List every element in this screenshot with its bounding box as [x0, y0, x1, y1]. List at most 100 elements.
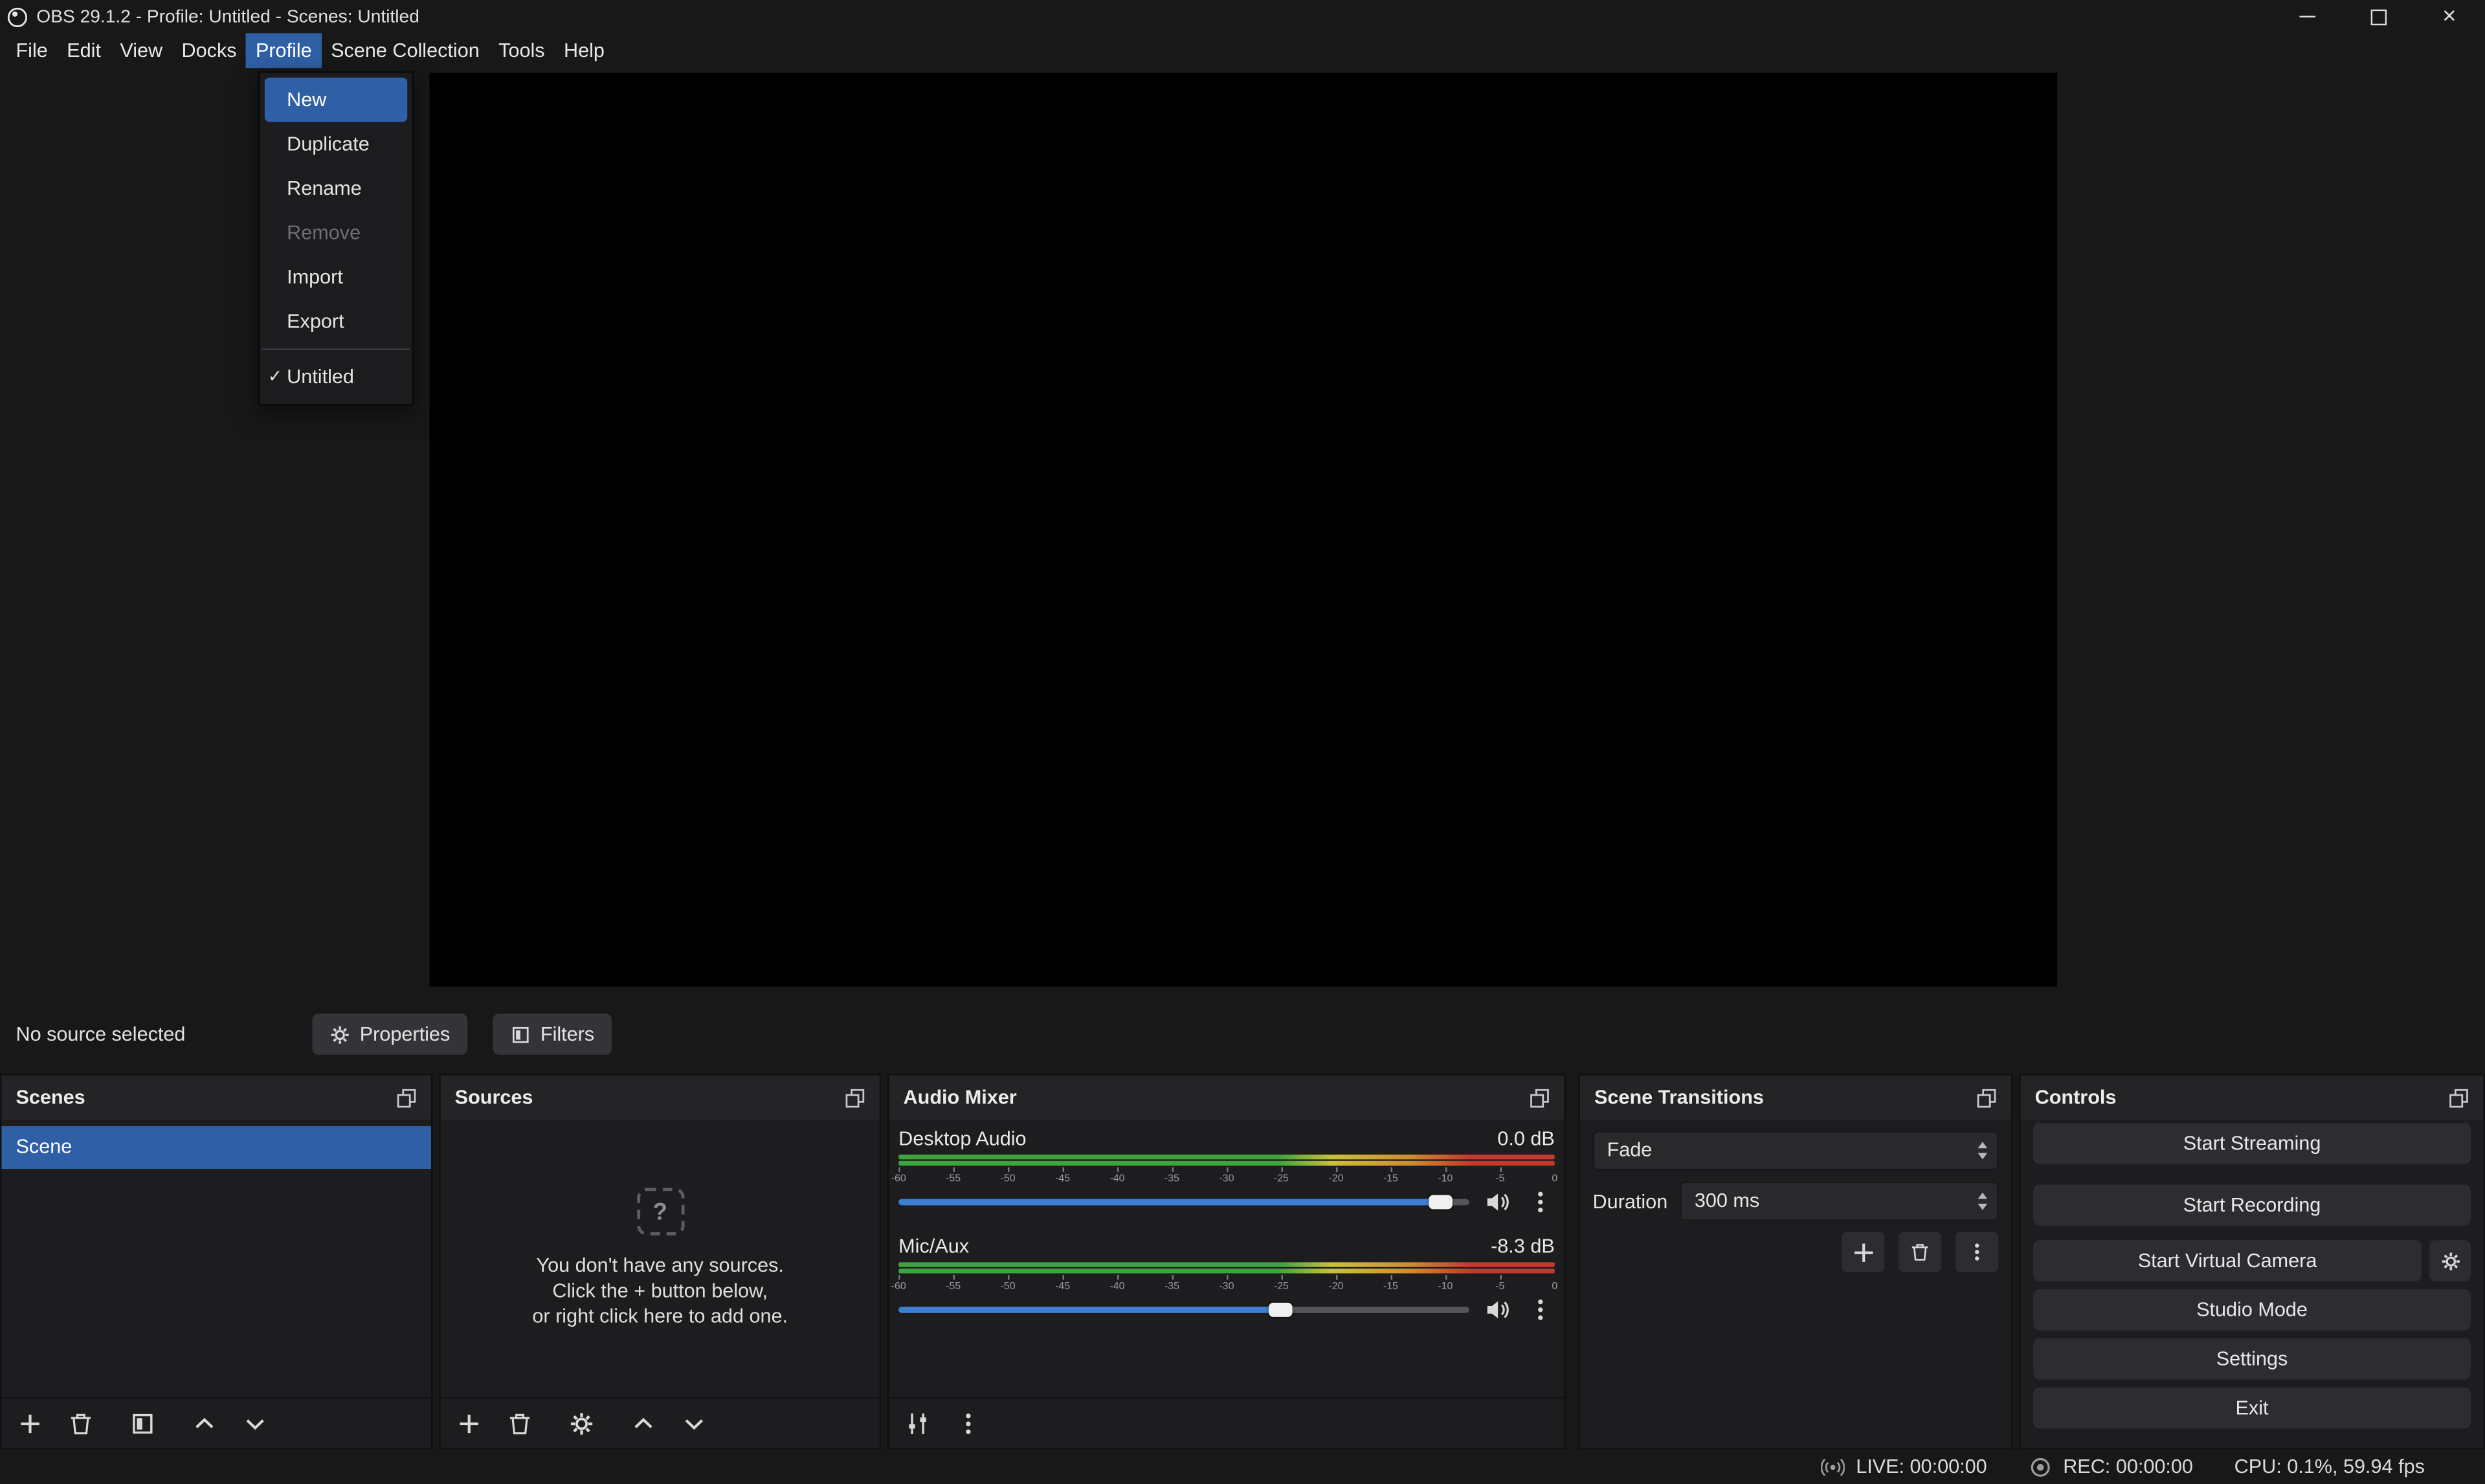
start-recording-button[interactable]: Start Recording: [2033, 1185, 2471, 1226]
chevron-up-icon: [630, 1410, 656, 1435]
tick-label: -55: [946, 1281, 961, 1292]
filters-label: Filters: [540, 1023, 594, 1045]
empty-hint-line: You don't have any sources.: [536, 1253, 783, 1278]
channel-options-button[interactable]: [1526, 1296, 1555, 1324]
remove-scene-button[interactable]: [67, 1409, 95, 1437]
slider-handle[interactable]: [1269, 1303, 1293, 1317]
meter-bar-right: [898, 1268, 1555, 1273]
spin-arrows[interactable]: [1978, 1183, 1987, 1219]
scene-transitions-dock-header[interactable]: Scene Transitions: [1580, 1076, 2011, 1120]
kebab-icon: [955, 1410, 981, 1435]
scene-list-item[interactable]: Scene: [1, 1126, 430, 1169]
titlebar[interactable]: OBS 29.1.2 - Profile: Untitled - Scenes:…: [0, 0, 2485, 33]
popout-icon[interactable]: [2449, 1087, 2469, 1108]
remove-source-button[interactable]: [506, 1409, 534, 1437]
scene-move-down-button[interactable]: [241, 1409, 269, 1437]
menu-edit[interactable]: Edit: [58, 33, 111, 68]
menu-docks[interactable]: Docks: [172, 33, 246, 68]
tick-label: -35: [1164, 1173, 1179, 1184]
duration-spinbox[interactable]: 300 ms: [1680, 1182, 1998, 1221]
close-button[interactable]: ×: [2414, 0, 2485, 33]
start-virtual-camera-button[interactable]: Start Virtual Camera: [2033, 1240, 2422, 1281]
menu-file[interactable]: File: [6, 33, 58, 68]
scenes-dock: Scenes Scene: [0, 1074, 432, 1449]
menu-item-rename[interactable]: Rename: [260, 166, 412, 211]
menu-profile[interactable]: Profile: [246, 33, 321, 68]
controls-title: Controls: [2035, 1087, 2117, 1109]
gear-icon: [2440, 1250, 2460, 1271]
cpu-stats: CPU: 0.1%, 59.94 fps: [2234, 1456, 2425, 1478]
properties-button[interactable]: Properties: [312, 1013, 467, 1055]
sources-dock: Sources ? You don't have any sources. Cl…: [439, 1074, 881, 1449]
chevron-down-icon: [1978, 1153, 1987, 1160]
scene-transitions-body: Fade Duration 300 ms: [1580, 1120, 2011, 1272]
settings-button[interactable]: Settings: [2033, 1338, 2471, 1380]
start-streaming-button[interactable]: Start Streaming: [2033, 1123, 2471, 1164]
studio-mode-button[interactable]: Studio Mode: [2033, 1289, 2471, 1331]
mute-button[interactable]: [1484, 1296, 1512, 1324]
sources-empty-area[interactable]: ? You don't have any sources. Click the …: [441, 1120, 880, 1397]
select-arrows[interactable]: [1978, 1133, 1987, 1169]
tick-label: -20: [1328, 1281, 1343, 1292]
slider-handle[interactable]: [1429, 1195, 1453, 1209]
menu-item-profile-untitled[interactable]: ✓ Untitled: [260, 355, 412, 399]
channel-options-button[interactable]: [1526, 1188, 1555, 1216]
scene-transitions-dock: Scene Transitions Fade Duration 300 ms: [1579, 1074, 2013, 1449]
filters-button[interactable]: Filters: [493, 1013, 612, 1055]
channel-level-db: -8.3 dB: [1491, 1235, 1555, 1257]
popout-icon[interactable]: [1530, 1087, 1550, 1108]
controls-dock-header[interactable]: Controls: [2021, 1076, 2484, 1120]
advanced-audio-button[interactable]: [904, 1409, 932, 1437]
empty-hint-line: Click the + button below,: [552, 1278, 768, 1303]
volume-slider[interactable]: [898, 1297, 1469, 1322]
tick-label: 0: [1552, 1173, 1557, 1184]
tick-label: -5: [1495, 1173, 1504, 1184]
transition-options-button[interactable]: [1956, 1232, 1998, 1272]
menu-tools[interactable]: Tools: [489, 33, 554, 68]
channel-level-db: 0.0 dB: [1497, 1127, 1554, 1149]
add-source-button[interactable]: [455, 1409, 484, 1437]
menu-view[interactable]: View: [111, 33, 172, 68]
menu-help[interactable]: Help: [554, 33, 614, 68]
kebab-icon: [1967, 1242, 1987, 1263]
plus-icon: [456, 1410, 482, 1435]
mute-button[interactable]: [1484, 1188, 1512, 1216]
menubar: File Edit View Docks Profile Scene Colle…: [0, 33, 2485, 68]
scenes-dock-header[interactable]: Scenes: [1, 1076, 430, 1120]
scene-move-up-button[interactable]: [190, 1409, 219, 1437]
popout-icon[interactable]: [1976, 1087, 1997, 1108]
menu-scene-collection[interactable]: Scene Collection: [321, 33, 489, 68]
tick-label: -60: [891, 1281, 906, 1292]
source-move-up-button[interactable]: [629, 1409, 658, 1437]
tick-label: -25: [1274, 1173, 1289, 1184]
source-properties-button[interactable]: [567, 1409, 596, 1437]
window-controls: ×: [2271, 0, 2485, 33]
remove-transition-button[interactable]: [1899, 1232, 1941, 1272]
volume-slider[interactable]: [898, 1190, 1469, 1215]
maximize-button[interactable]: [2343, 0, 2414, 33]
tick-label: -40: [1109, 1173, 1124, 1184]
menu-item-duplicate[interactable]: Duplicate: [260, 122, 412, 166]
add-scene-button[interactable]: [16, 1409, 44, 1437]
minimize-button[interactable]: [2271, 0, 2342, 33]
popout-icon[interactable]: [396, 1087, 417, 1108]
add-transition-button[interactable]: [1842, 1232, 1884, 1272]
source-move-down-button[interactable]: [680, 1409, 708, 1437]
virtual-camera-config-button[interactable]: [2429, 1240, 2471, 1281]
tick-label: -5: [1495, 1281, 1504, 1292]
sources-dock-header[interactable]: Sources: [441, 1076, 880, 1120]
exit-button[interactable]: Exit: [2033, 1388, 2471, 1429]
scene-filters-button[interactable]: [128, 1409, 157, 1437]
profile-name-label: Untitled: [287, 366, 354, 388]
menu-item-new[interactable]: New: [265, 78, 407, 122]
tick-label: -55: [946, 1173, 961, 1184]
popout-icon[interactable]: [845, 1087, 865, 1108]
menu-item-import[interactable]: Import: [260, 255, 412, 300]
faders-icon: [905, 1410, 930, 1435]
plus-icon: [1850, 1239, 1875, 1265]
audio-mixer-dock-header[interactable]: Audio Mixer: [889, 1076, 1564, 1120]
transition-select[interactable]: Fade: [1593, 1131, 1999, 1170]
mixer-options-button[interactable]: [954, 1409, 983, 1437]
menu-item-export[interactable]: Export: [260, 300, 412, 344]
preview-canvas[interactable]: [429, 73, 2056, 987]
